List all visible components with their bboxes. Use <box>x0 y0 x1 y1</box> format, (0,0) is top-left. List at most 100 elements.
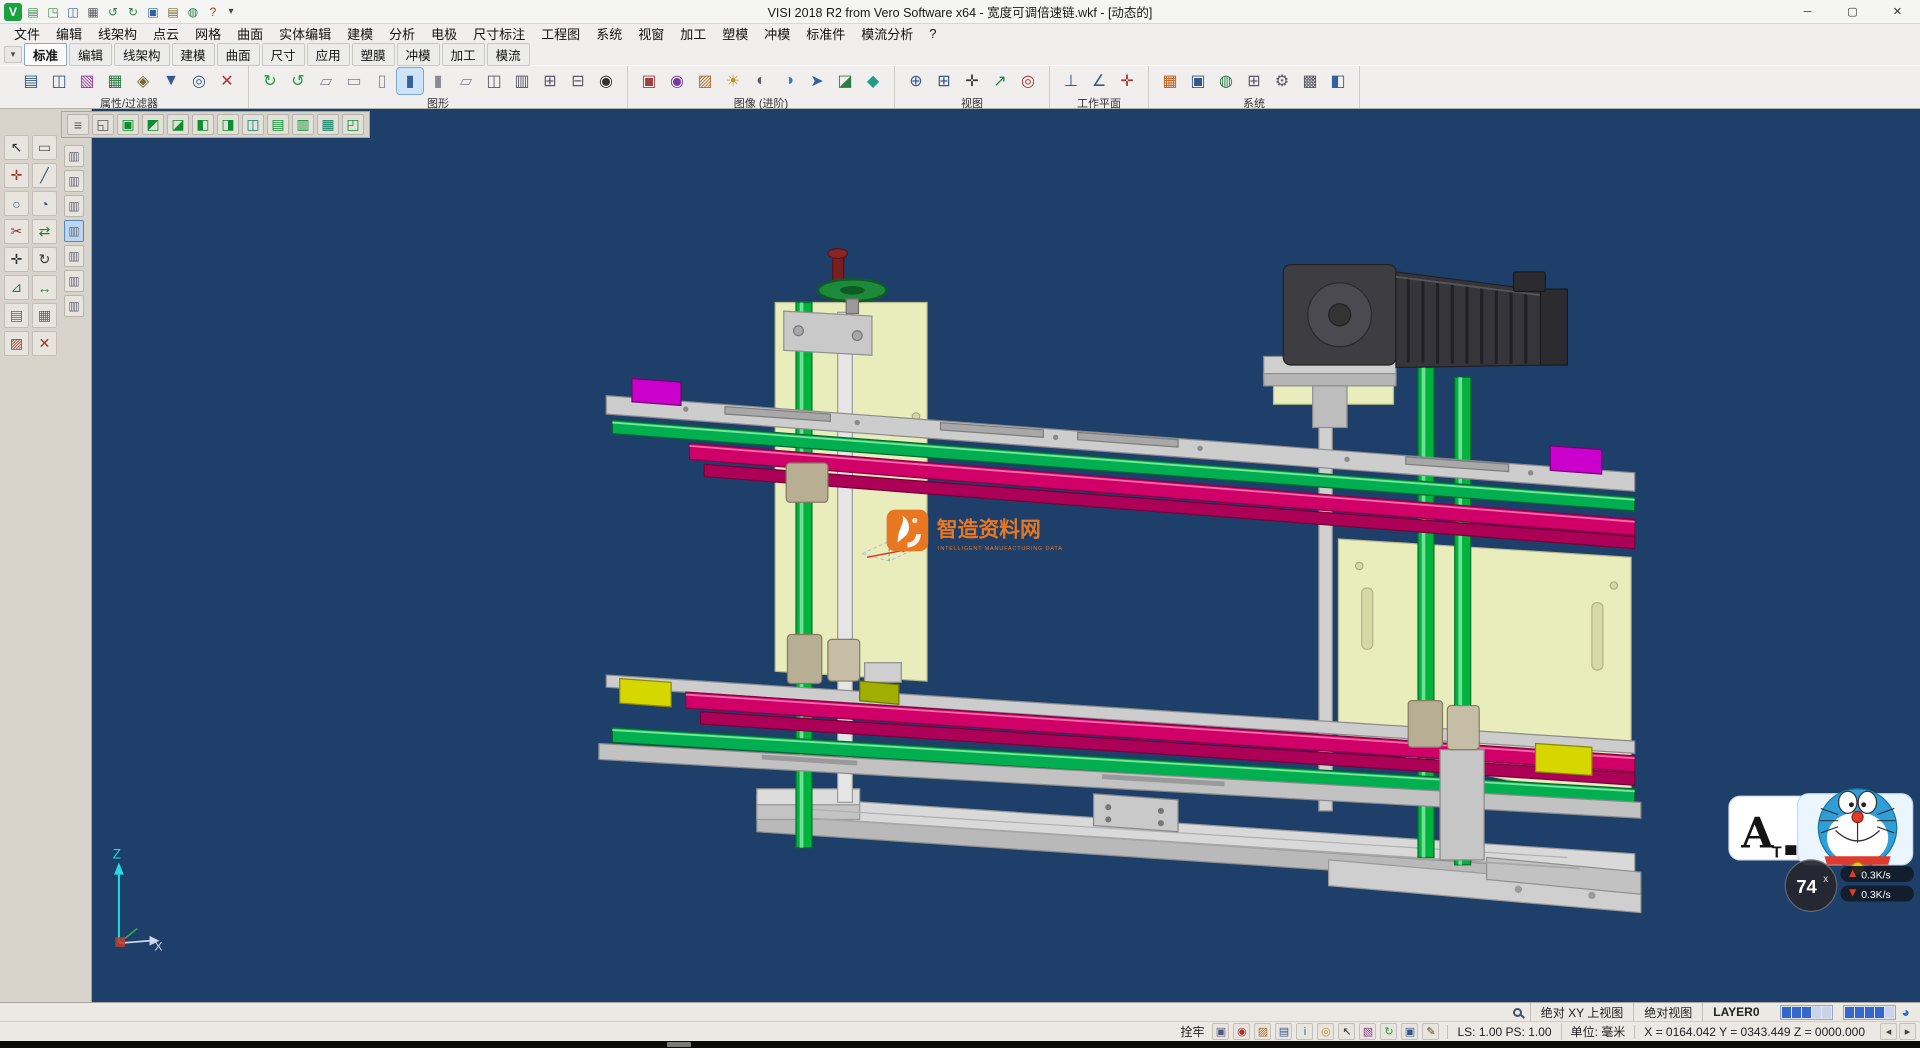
pan-icon[interactable]: ✛ <box>959 68 985 94</box>
regenerate-icon[interactable]: ↺ <box>285 68 311 94</box>
reset-filter-icon[interactable]: ✕ <box>214 68 240 94</box>
erase-icon[interactable]: ✕ <box>32 331 57 356</box>
doc-slot-icon[interactable]: ▥ <box>64 170 84 192</box>
close-button[interactable]: ✕ <box>1875 0 1920 23</box>
measure-icon[interactable]: ⊿ <box>4 275 29 300</box>
tab-flow[interactable]: 模流 <box>487 43 530 66</box>
menu-item[interactable]: 建模 <box>339 24 381 43</box>
tab-list-dropdown[interactable]: ▾ <box>4 46 22 63</box>
section-view-icon[interactable]: ◪ <box>832 68 858 94</box>
save-icon[interactable]: ◫ <box>64 3 82 21</box>
bottom-view-icon[interactable]: ◪ <box>167 114 189 135</box>
hatch-icon[interactable]: ▨ <box>4 331 29 356</box>
settings-icon[interactable]: ⚙ <box>1269 68 1295 94</box>
zoom-extents-icon[interactable]: ⊕ <box>903 68 929 94</box>
refresh-status-icon[interactable]: ↻ <box>1380 1023 1397 1040</box>
gem-render-icon[interactable]: ◆ <box>860 68 886 94</box>
menu-item[interactable]: 曲面 <box>229 24 271 43</box>
menu-item[interactable]: ? <box>921 26 944 41</box>
quick-filter-icon[interactable]: ▼ <box>158 68 184 94</box>
print-icon[interactable]: ▦ <box>84 3 102 21</box>
render-status-icon[interactable]: ▨ <box>1254 1023 1271 1040</box>
new-file-icon[interactable]: ▤ <box>24 3 42 21</box>
info-icon[interactable]: i <box>1296 1023 1313 1040</box>
color-filter-icon[interactable]: ▧ <box>74 68 100 94</box>
iso-view-icon[interactable]: ▣ <box>117 114 139 135</box>
tab-stamping[interactable]: 冲模 <box>397 43 440 66</box>
minimize-button[interactable]: ─ <box>1785 0 1830 23</box>
workplane-origin-icon[interactable]: ✛ <box>1114 68 1140 94</box>
sheet-icon[interactable]: ▥ <box>509 68 535 94</box>
multi-window-icon[interactable]: ◫ <box>481 68 507 94</box>
cursor-status-icon[interactable]: ↖ <box>1338 1023 1355 1040</box>
layers-status-icon[interactable]: ▤ <box>1275 1023 1292 1040</box>
snapshot-icon[interactable]: ◉ <box>1233 1023 1250 1040</box>
window-select-icon[interactable]: ▭ <box>32 135 57 160</box>
menu-item[interactable]: 标准件 <box>798 24 853 43</box>
screen-icon[interactable]: ▣ <box>144 3 162 21</box>
textures-icon[interactable]: ▨ <box>692 68 718 94</box>
menu-item[interactable]: 网格 <box>187 24 229 43</box>
tab-edit[interactable]: 编辑 <box>69 43 112 66</box>
expand-icon[interactable]: ▸ <box>1899 1023 1916 1040</box>
view-target-icon[interactable]: ◎ <box>1015 68 1041 94</box>
menu-item[interactable]: 尺寸标注 <box>465 24 533 43</box>
shaded-edges-icon[interactable]: ▮ <box>425 68 451 94</box>
zoom-window-icon[interactable]: ⊞ <box>931 68 957 94</box>
mirror-icon[interactable]: ⇄ <box>32 219 57 244</box>
workplane-icon[interactable]: ⊥ <box>1058 68 1084 94</box>
doc-slot-icon[interactable]: ▥ <box>64 245 84 267</box>
menu-item[interactable]: 系统 <box>588 24 630 43</box>
materials-icon[interactable]: ◉ <box>664 68 690 94</box>
lighting-icon[interactable]: ☀ <box>720 68 746 94</box>
rotate-icon[interactable]: ↻ <box>32 247 57 272</box>
menu-item[interactable]: 工程图 <box>533 24 588 43</box>
wireframe-icon[interactable]: ▱ <box>313 68 339 94</box>
dimension-icon[interactable]: ↔ <box>32 275 57 300</box>
layers-panel-icon[interactable]: ▤ <box>4 303 29 328</box>
workplane-align-icon[interactable]: ∠ <box>1086 68 1112 94</box>
layers-icon[interactable]: ▤ <box>164 3 182 21</box>
taskbar[interactable] <box>0 1041 1920 1048</box>
menu-item[interactable]: 分析 <box>381 24 423 43</box>
help-icon[interactable]: ? <box>204 3 222 21</box>
redo-icon[interactable]: ↻ <box>124 3 142 21</box>
left-view-icon[interactable]: ◫ <box>242 114 264 135</box>
collapse-icon[interactable]: ◂ <box>1880 1023 1897 1040</box>
arc-icon[interactable]: ◔ <box>32 191 57 216</box>
menu-item[interactable]: 电极 <box>423 24 465 43</box>
view-mode-label[interactable]: 绝对视图 <box>1633 1003 1702 1021</box>
menu-item[interactable]: 塑模 <box>714 24 756 43</box>
open-file-icon[interactable]: ◳ <box>44 3 62 21</box>
paint-status-icon[interactable]: ▧ <box>1359 1023 1376 1040</box>
print-preview-icon[interactable]: ⊟ <box>565 68 591 94</box>
attribute-copy-icon[interactable]: ◫ <box>46 68 72 94</box>
top-view-icon[interactable]: ◩ <box>142 114 164 135</box>
maximize-button[interactable]: ▢ <box>1830 0 1875 23</box>
viewport-3d[interactable]: 智造资料网 INTELLIGENT MANUFACTURING DATA Z X <box>92 109 1920 1002</box>
zoom-badge[interactable]: 74 x <box>1785 860 1836 911</box>
background-icon[interactable]: ◑ <box>776 68 802 94</box>
tab-wireframe[interactable]: 线架构 <box>114 43 170 66</box>
redraw-icon[interactable]: ↻ <box>257 68 283 94</box>
tab-machining[interactable]: 加工 <box>442 43 485 66</box>
front-view-icon[interactable]: ◧ <box>192 114 214 135</box>
menu-item[interactable]: 编辑 <box>48 24 90 43</box>
pen-status-icon[interactable]: ✎ <box>1422 1023 1439 1040</box>
select-icon[interactable]: ↖ <box>4 135 29 160</box>
doc-slot-icon[interactable]: ▥ <box>64 145 84 167</box>
probe-icon[interactable]: ↗ <box>987 68 1013 94</box>
lock-status-icon[interactable]: ▣ <box>1212 1023 1229 1040</box>
viewbar-window-icon[interactable]: ◱ <box>92 114 114 135</box>
lock-toggle[interactable]: 拴牢 <box>1180 1023 1204 1040</box>
menu-item[interactable]: 点云 <box>145 24 187 43</box>
doc-slot-icon[interactable]: ▥ <box>64 295 84 317</box>
properties-icon[interactable]: ▤ <box>18 68 44 94</box>
quick-access-dropdown[interactable]: ▾ <box>224 6 238 17</box>
views-grid-icon[interactable]: ⊞ <box>537 68 563 94</box>
globe-icon[interactable]: ◍ <box>184 3 202 21</box>
shaded-icon[interactable]: ▮ <box>397 68 423 94</box>
menu-item[interactable]: 文件 <box>6 24 48 43</box>
render-sphere-icon[interactable]: ◕ <box>1902 1004 1910 1020</box>
menu-item[interactable]: 视窗 <box>630 24 672 43</box>
